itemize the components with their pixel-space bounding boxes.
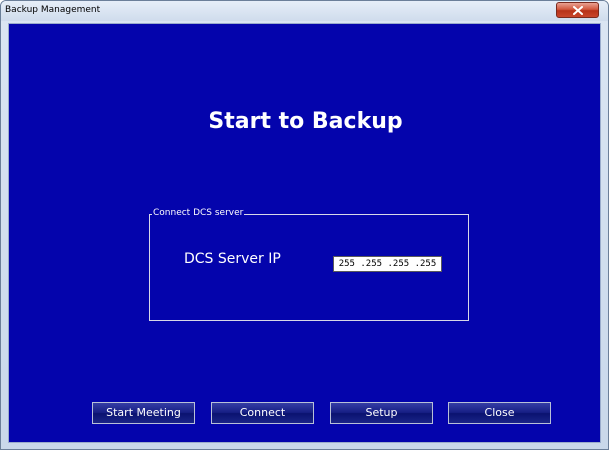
close-icon xyxy=(573,6,583,15)
dcs-server-ip-input[interactable]: 255 .255 .255 .255 xyxy=(333,256,442,272)
page-heading: Start to Backup xyxy=(208,109,403,134)
group-legend: Connect DCS server xyxy=(152,208,245,218)
client-area: Start to Backup Connect DCS server DCS S… xyxy=(8,23,601,443)
dcs-server-ip-label: DCS Server IP xyxy=(184,251,281,267)
connect-dcs-server-group: Connect DCS server DCS Server IP 255 .25… xyxy=(149,208,469,321)
window-title: Backup Management xyxy=(5,5,101,15)
backup-management-window: Backup Management Start to Backup Connec… xyxy=(0,0,609,450)
close-button[interactable]: Close xyxy=(448,402,551,424)
window-close-button[interactable] xyxy=(556,2,599,18)
title-bar[interactable]: Backup Management xyxy=(1,1,608,21)
setup-button[interactable]: Setup xyxy=(330,402,433,424)
start-meeting-button[interactable]: Start Meeting xyxy=(92,402,195,424)
connect-button[interactable]: Connect xyxy=(211,402,314,424)
